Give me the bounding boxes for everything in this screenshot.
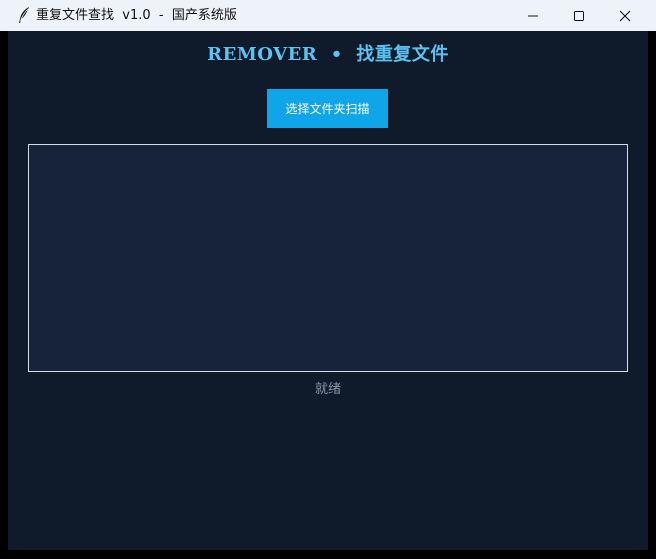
app-window: 重复文件查找 v1.0 - 国产系统版 REMOVER • 找重复文件 选择文件… [0, 0, 656, 559]
minimize-icon [527, 10, 539, 22]
minimize-button[interactable] [510, 0, 556, 31]
maximize-icon [573, 10, 585, 22]
status-label: 就绪 [314, 382, 341, 397]
window-frame-right [648, 31, 656, 559]
app-heading: REMOVER • 找重复文件 [207, 44, 449, 65]
close-button[interactable] [602, 0, 648, 31]
maximize-button[interactable] [556, 0, 602, 31]
close-icon [619, 10, 631, 22]
window-frame-left [0, 31, 8, 559]
feather-icon [17, 6, 31, 24]
title-bar[interactable]: 重复文件查找 v1.0 - 国产系统版 [0, 0, 656, 31]
results-list[interactable] [28, 144, 628, 372]
window-title: 重复文件查找 v1.0 - 国产系统版 [36, 8, 237, 23]
window-frame-bottom [0, 550, 656, 559]
select-folder-scan-button[interactable]: 选择文件夹扫描 [267, 89, 388, 128]
